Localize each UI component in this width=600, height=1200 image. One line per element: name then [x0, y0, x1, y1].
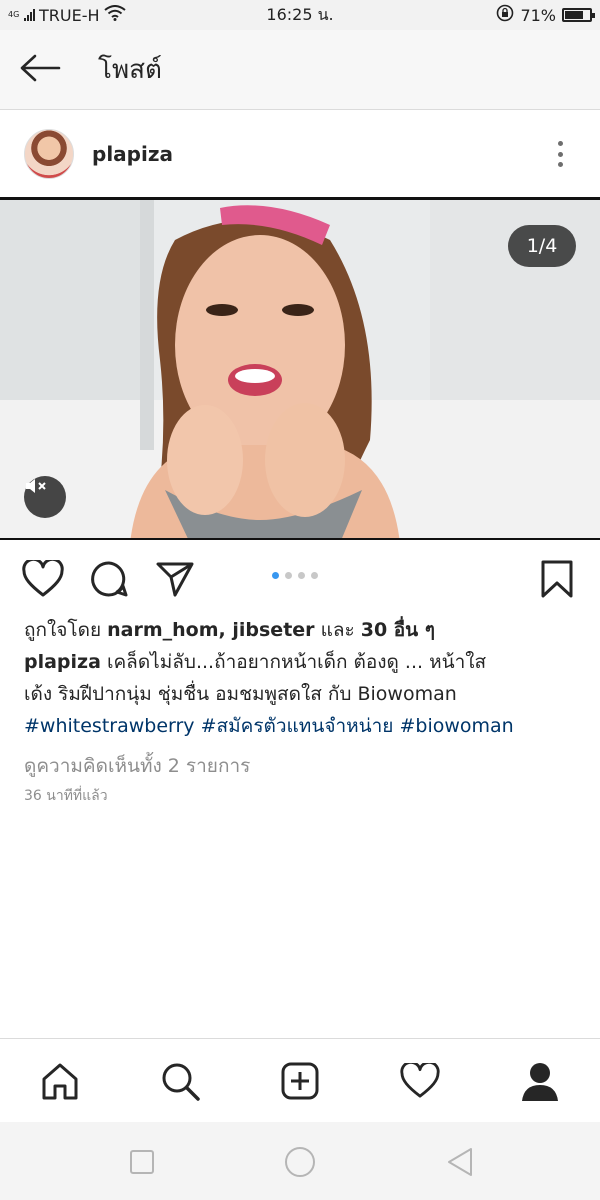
battery-icon: [562, 8, 595, 22]
carousel-indicator: [272, 572, 318, 579]
post-caption: plapiza เคล็ดไม่ลับ...ถ้าอยากหน้าเด็ก ต้…: [24, 646, 584, 742]
status-bar: 4G TRUE-H 16:25 น. 71%: [0, 0, 600, 30]
network-type: 4G: [8, 10, 20, 19]
add-post-icon[interactable]: [278, 1059, 322, 1103]
likes-connector: และ: [314, 619, 361, 641]
activity-heart-icon[interactable]: [398, 1059, 442, 1103]
home-circle-icon[interactable]: [282, 1144, 318, 1180]
carousel-dot: [298, 572, 305, 579]
status-right: 71%: [392, 4, 595, 26]
comment-icon[interactable]: [88, 558, 130, 600]
likes-line: ถูกใจโดย narm_hom, jibseter และ 30 อื่น …: [24, 614, 584, 646]
hashtag-link[interactable]: #สมัครตัวแทนจำหน่าย: [201, 715, 394, 737]
post-details: ถูกใจโดย narm_hom, jibseter และ 30 อื่น …: [24, 614, 584, 810]
page-title: โพสต์: [98, 55, 162, 85]
home-icon[interactable]: [38, 1059, 82, 1103]
recent-apps-icon[interactable]: [124, 1144, 160, 1180]
search-icon[interactable]: [158, 1059, 202, 1103]
carousel-dot: [285, 572, 292, 579]
carousel-dot: [272, 572, 279, 579]
bottom-nav: [0, 1038, 600, 1122]
app-header: โพสต์: [0, 30, 600, 110]
view-comments-link[interactable]: ดูความคิดเห็นทั้ง 2 รายการ: [24, 750, 584, 782]
caption-author[interactable]: plapiza: [24, 651, 101, 673]
post-header: plapiza: [0, 111, 600, 197]
hashtag-link[interactable]: #biowoman: [399, 715, 513, 737]
post-timestamp: 36 นาทีที่แล้ว: [24, 788, 108, 804]
battery-fill: [565, 11, 584, 19]
wifi-icon: [103, 5, 126, 25]
save-bookmark-icon[interactable]: [536, 558, 578, 600]
status-left: 4G TRUE-H: [8, 5, 208, 25]
back-button[interactable]: [0, 30, 80, 110]
battery-percent: 71%: [520, 5, 556, 25]
avatar[interactable]: [24, 129, 74, 179]
like-heart-icon[interactable]: [22, 558, 64, 600]
liked-by-users[interactable]: narm_hom, jibseter: [107, 619, 314, 641]
caption-line-1: เคล็ดไม่ลับ...ถ้าอยากหน้าเด็ก ต้องดู ...…: [100, 651, 487, 673]
profile-icon[interactable]: [518, 1059, 562, 1103]
likes-prefix: ถูกใจโดย: [24, 619, 108, 641]
hashtag-link[interactable]: #whitestrawberry: [24, 715, 195, 737]
media-counter: 1/4: [508, 225, 576, 267]
carrier-name: TRUE-H: [39, 5, 100, 25]
more-options-icon[interactable]: [550, 139, 570, 169]
system-nav-bar: [0, 1122, 600, 1200]
clock: 16:25 น.: [266, 4, 334, 24]
post-media[interactable]: 1/4: [0, 197, 600, 540]
mute-button[interactable]: [24, 476, 66, 518]
signal-icon: [24, 9, 35, 21]
carousel-dot: [311, 572, 318, 579]
rotation-lock-icon: [496, 4, 514, 26]
likes-others[interactable]: 30 อื่น ๆ: [361, 619, 435, 641]
caption-line-2: เด้ง ริมฝีปากนุ่ม ชุ่มชื่น อมชมพูสดใส กั…: [24, 683, 457, 705]
arrow-left-icon: [19, 53, 61, 87]
back-triangle-icon[interactable]: [442, 1144, 478, 1180]
post-username[interactable]: plapiza: [92, 142, 173, 166]
share-icon[interactable]: [154, 558, 196, 600]
